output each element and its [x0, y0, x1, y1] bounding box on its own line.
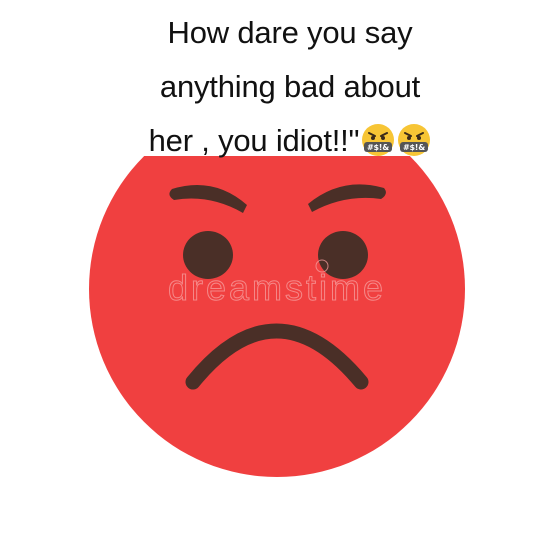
caption-line-2: anything bad about: [159, 69, 421, 104]
emoji-symbols-text: #$!&: [367, 143, 389, 152]
caption-line-3: her , you idiot!!" #$!& #$!&: [110, 114, 470, 168]
emoji-symbols-text: #$!&: [403, 143, 425, 152]
watermark-text: dreamstime: [168, 267, 386, 308]
caption-line-3-text: her , you idiot!!": [148, 123, 360, 158]
face-with-symbols-on-mouth-icon: #$!&: [362, 124, 395, 156]
caption-line-1: How dare you say: [167, 15, 413, 50]
cursing-emoji-pair: #$!& #$!&: [361, 123, 431, 157]
meme-caption: How dare you say anything bad about her …: [110, 6, 470, 158]
face-with-symbols-on-mouth-icon: #$!&: [398, 124, 431, 156]
